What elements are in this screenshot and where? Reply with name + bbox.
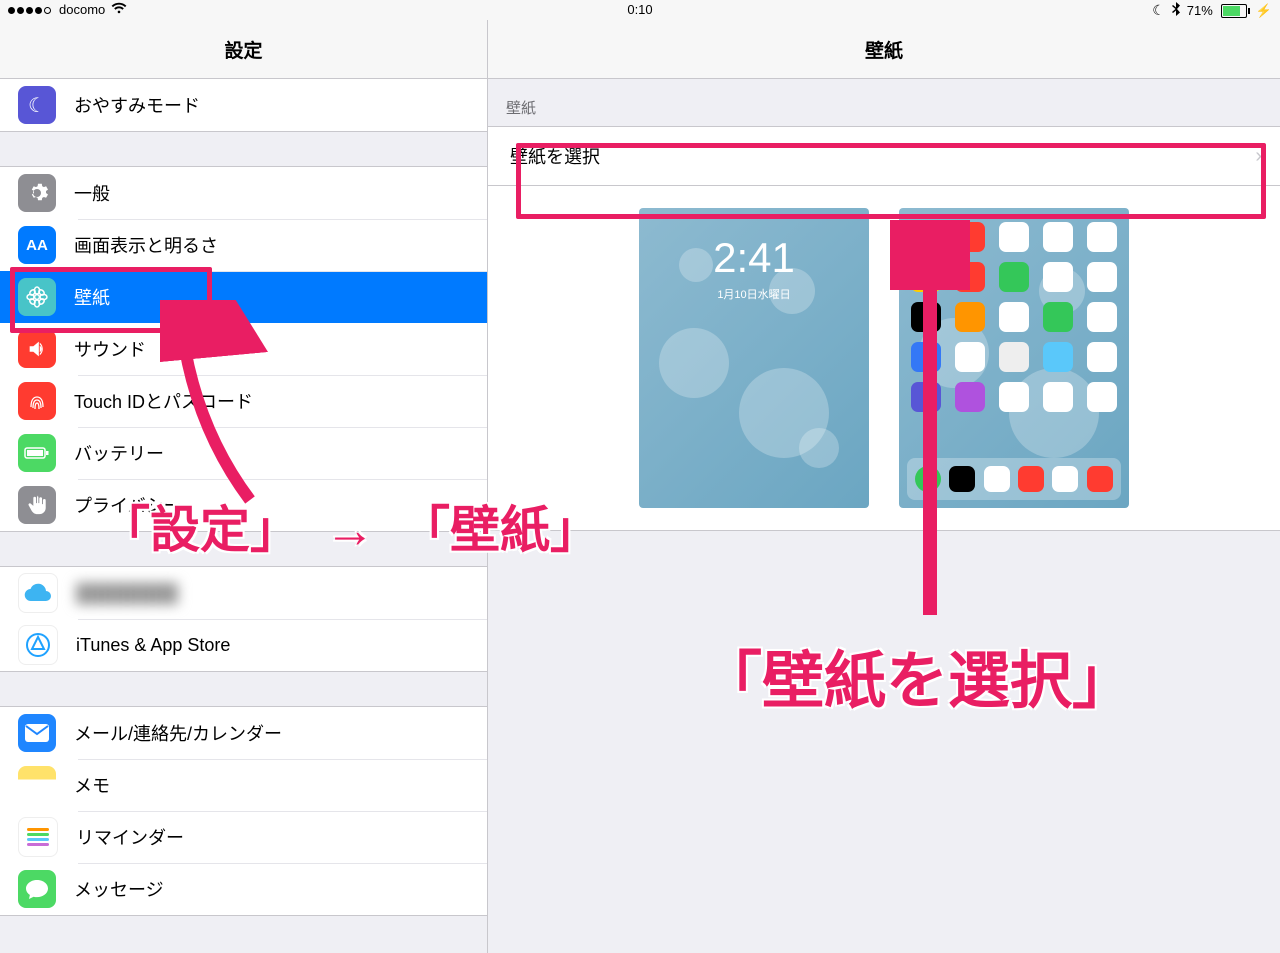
- gear-icon: [18, 174, 56, 212]
- battery-icon: [1219, 4, 1250, 18]
- homescreen-preview[interactable]: [899, 208, 1129, 508]
- sidebar-item-itunes[interactable]: iTunes & App Store: [0, 619, 487, 671]
- sidebar-item-sounds[interactable]: サウンド: [0, 323, 487, 375]
- signal-dots-icon: [8, 2, 53, 17]
- notes-icon: [18, 766, 56, 804]
- lock-date: 1月10日水曜日: [639, 286, 869, 302]
- dnd-moon-icon: ☾: [1152, 2, 1165, 19]
- choose-wallpaper-label: 壁紙を選択: [510, 143, 600, 169]
- moon-icon: ☾: [18, 86, 56, 124]
- chevron-right-icon: ›: [1255, 145, 1262, 168]
- mail-icon: [18, 714, 56, 752]
- row-label: リマインダー: [76, 824, 184, 850]
- carrier-label: docomo: [59, 2, 105, 17]
- sidebar-item-display[interactable]: AA 画面表示と明るさ: [0, 219, 487, 271]
- wifi-icon: [111, 2, 127, 17]
- row-label: 壁紙: [74, 284, 110, 310]
- lock-time: 2:41: [639, 234, 869, 282]
- icloud-icon: [18, 573, 58, 613]
- row-label: プライバシー: [74, 492, 182, 518]
- row-label: おやすみモード: [74, 92, 200, 118]
- sidebar-item-general[interactable]: 一般: [0, 167, 487, 219]
- text-size-icon: AA: [18, 226, 56, 264]
- row-label: iTunes & App Store: [76, 635, 230, 656]
- battery-row-icon: [18, 434, 56, 472]
- row-label: Touch IDとパスコード: [74, 388, 253, 414]
- row-label: バッテリー: [74, 440, 164, 466]
- status-bar: docomo 0:10 ☾ 71% ⚡: [0, 0, 1280, 20]
- clock-label: 0:10: [627, 2, 652, 17]
- row-label: メッセージ: [74, 876, 164, 902]
- row-label: ████████: [76, 583, 178, 604]
- lockscreen-preview[interactable]: 2:41 1月10日水曜日: [639, 208, 869, 508]
- section-header: 壁紙: [488, 79, 1280, 126]
- sidebar-item-privacy[interactable]: プライバシー: [0, 479, 487, 531]
- wallpaper-previews: 2:41 1月10日水曜日: [488, 186, 1280, 531]
- battery-pct-label: 71%: [1187, 3, 1213, 18]
- sidebar-item-wallpaper[interactable]: 壁紙: [0, 271, 487, 323]
- sidebar-item-dnd[interactable]: ☾ おやすみモード: [0, 79, 487, 131]
- sidebar-item-mail[interactable]: メール/連絡先/カレンダー: [0, 707, 487, 759]
- messages-icon: [18, 870, 56, 908]
- sidebar-item-notes[interactable]: メモ: [0, 759, 487, 811]
- sidebar-item-icloud[interactable]: ████████: [0, 567, 487, 619]
- appstore-icon: [18, 625, 58, 665]
- detail-title: 壁紙: [488, 20, 1280, 79]
- sidebar-title: 設定: [0, 20, 487, 79]
- wallpaper-detail-pane: 壁紙 壁紙 壁紙を選択 › 2:41 1月10日水曜日: [488, 20, 1280, 953]
- row-label: 一般: [74, 180, 110, 206]
- hand-icon: [18, 486, 56, 524]
- flower-icon: [18, 278, 56, 316]
- choose-wallpaper-row[interactable]: 壁紙を選択 ›: [488, 126, 1280, 186]
- row-label: サウンド: [74, 336, 146, 362]
- reminders-icon: [18, 817, 58, 857]
- sidebar-item-battery[interactable]: バッテリー: [0, 427, 487, 479]
- row-label: 画面表示と明るさ: [74, 232, 218, 258]
- charging-icon: ⚡: [1256, 3, 1272, 19]
- sidebar-item-touchid[interactable]: Touch IDとパスコード: [0, 375, 487, 427]
- settings-sidebar: 設定 ☾ おやすみモード 一般 AA 画面表示と明るさ: [0, 20, 488, 953]
- row-label: メール/連絡先/カレンダー: [74, 720, 282, 746]
- fingerprint-icon: [18, 382, 56, 420]
- sidebar-item-reminders[interactable]: リマインダー: [0, 811, 487, 863]
- speaker-icon: [18, 330, 56, 368]
- bluetooth-icon: [1171, 2, 1181, 19]
- sidebar-item-messages[interactable]: メッセージ: [0, 863, 487, 915]
- row-label: メモ: [74, 772, 110, 798]
